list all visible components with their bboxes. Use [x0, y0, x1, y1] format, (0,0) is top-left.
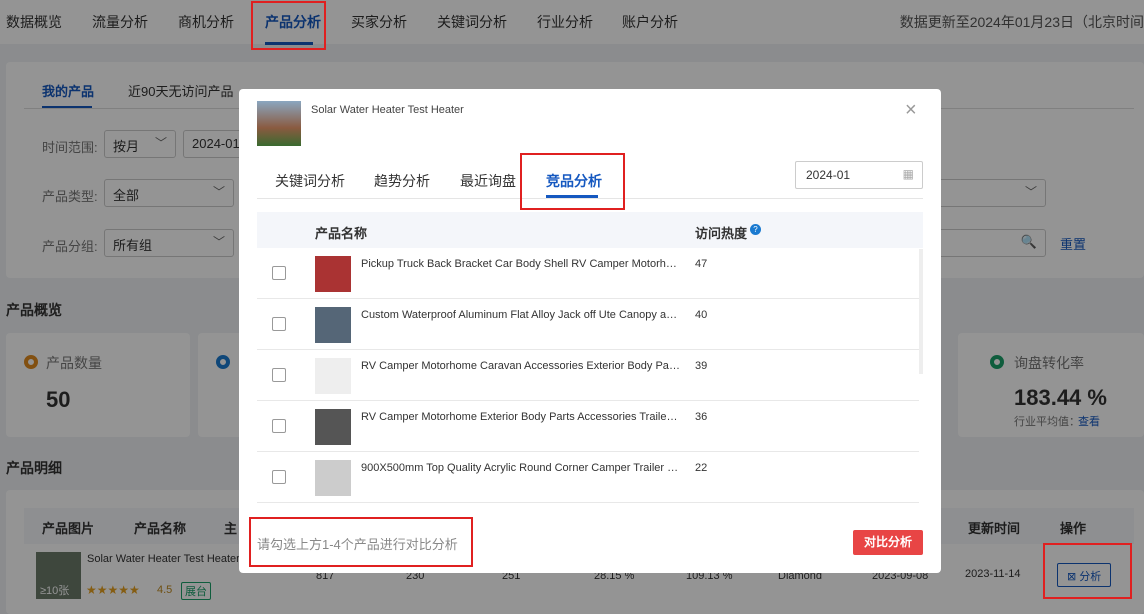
table-row: Pickup Truck Back Bracket Car Body Shell…: [257, 248, 919, 299]
date-picker[interactable]: 2024-01 ▦: [795, 161, 923, 189]
row-product-name[interactable]: 900X500mm Top Quality Acrylic Round Corn…: [361, 462, 681, 474]
row-product-name[interactable]: Custom Waterproof Aluminum Flat Alloy Ja…: [361, 309, 681, 321]
tab-trend-analysis[interactable]: 趋势分析: [374, 171, 430, 191]
row-thumbnail: [315, 307, 351, 343]
modal-table-header: 产品名称 访问热度 ?: [257, 212, 923, 248]
row-thumbnail: [315, 358, 351, 394]
row-heat: 39: [695, 360, 708, 372]
competitor-modal: Solar Water Heater Test Heater × 关键词分析 趋…: [239, 89, 941, 573]
highlight-box: [249, 517, 473, 567]
modal-product-name: Solar Water Heater Test Heater: [311, 104, 464, 116]
tab-recent-inquiry[interactable]: 最近询盘: [460, 171, 516, 191]
highlight-box: [520, 153, 625, 210]
table-row: Custom Waterproof Aluminum Flat Alloy Ja…: [257, 299, 919, 350]
highlight-box: [1043, 543, 1132, 599]
row-heat: 36: [695, 411, 708, 423]
table-row: 900X500mm Top Quality Acrylic Round Corn…: [257, 452, 919, 503]
row-product-name[interactable]: RV Camper Motorhome Caravan Accessories …: [361, 360, 681, 372]
highlight-box: [251, 1, 326, 50]
row-checkbox[interactable]: [272, 317, 286, 331]
scrollbar[interactable]: [919, 249, 923, 374]
row-checkbox[interactable]: [272, 266, 286, 280]
row-checkbox[interactable]: [272, 419, 286, 433]
date-value: 2024-01: [806, 168, 851, 182]
table-row: RV Camper Motorhome Caravan Accessories …: [257, 350, 919, 401]
row-thumbnail: [315, 409, 351, 445]
row-product-name[interactable]: RV Camper Motorhome Exterior Body Parts …: [361, 411, 681, 423]
col-product-name: 产品名称: [315, 226, 368, 241]
row-heat: 40: [695, 309, 708, 321]
product-image: [257, 101, 301, 146]
close-icon[interactable]: ×: [905, 99, 917, 122]
calendar-icon: ▦: [902, 167, 914, 181]
table-row: RV Camper Motorhome Exterior Body Parts …: [257, 401, 919, 452]
row-checkbox[interactable]: [272, 470, 286, 484]
tab-keyword-analysis[interactable]: 关键词分析: [275, 171, 345, 191]
help-icon[interactable]: ?: [750, 224, 761, 235]
row-heat: 47: [695, 258, 708, 270]
row-thumbnail: [315, 256, 351, 292]
row-thumbnail: [315, 460, 351, 496]
compare-button[interactable]: 对比分析: [853, 530, 923, 555]
row-checkbox[interactable]: [272, 368, 286, 382]
col-visit-heat: 访问热度: [695, 226, 748, 241]
row-product-name[interactable]: Pickup Truck Back Bracket Car Body Shell…: [361, 258, 681, 270]
row-heat: 22: [695, 462, 708, 474]
